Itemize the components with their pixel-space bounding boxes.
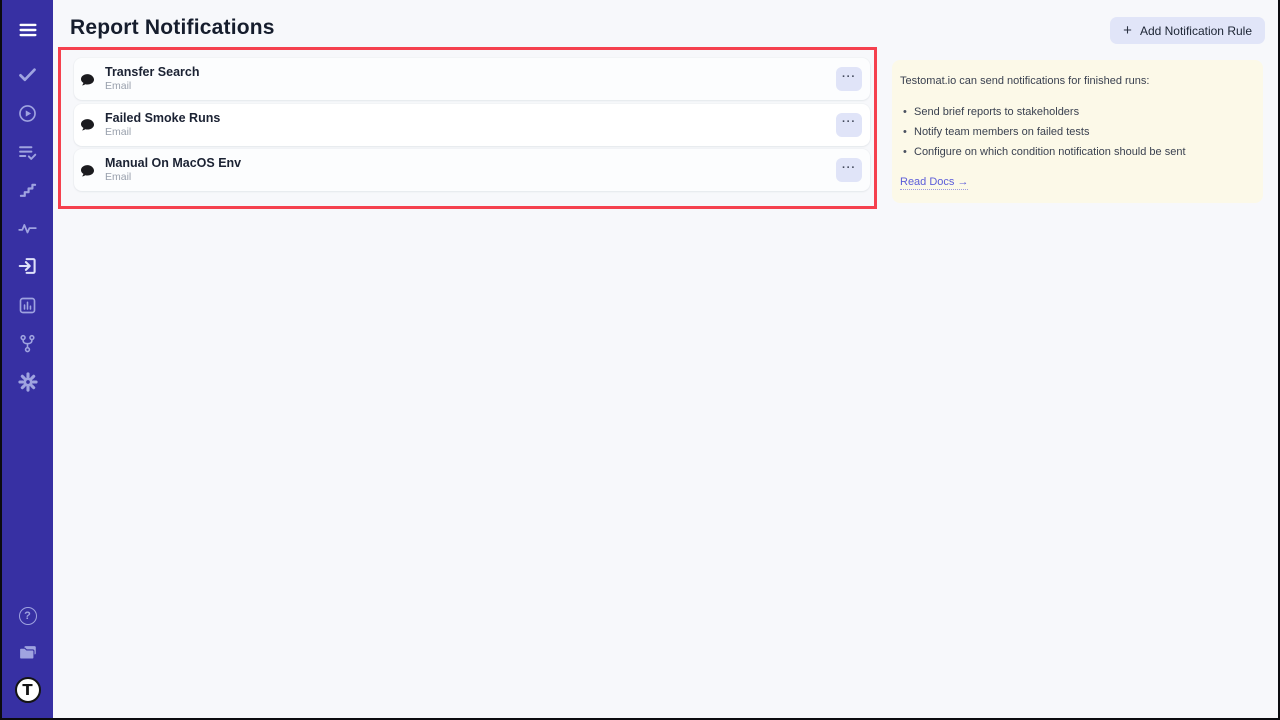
settings-gear-icon[interactable] (16, 370, 40, 394)
test-plans-list-icon[interactable] (16, 140, 40, 164)
app-window: ? T Report Notifications + Add Notificat… (2, 0, 1278, 718)
page-title: Report Notifications (70, 16, 275, 40)
rule-name: Manual On MacOS Env (105, 157, 241, 170)
info-bullet: Notify team members on failed tests (900, 126, 1249, 139)
sidebar: ? T (2, 0, 53, 718)
read-docs-link[interactable]: Read Docs → (900, 176, 968, 190)
testomatio-logo[interactable]: T (14, 676, 42, 704)
projects-folder-icon[interactable] (16, 641, 40, 665)
rule-channel: Email (105, 127, 220, 138)
rule-menu-button[interactable]: ··· (836, 67, 862, 91)
info-bullet: Send brief reports to stakeholders (900, 106, 1249, 119)
info-bullet-list: Send brief reports to stakeholders Notif… (900, 106, 1249, 159)
rule-channel: Email (105, 81, 200, 92)
notification-rules-list: Transfer Search Email ··· Failed Smoke R… (74, 58, 870, 195)
rule-channel: Email (105, 172, 241, 183)
notifications-info-panel: Testomat.io can send notifications for f… (892, 60, 1263, 203)
add-notification-rule-button[interactable]: + Add Notification Rule (1110, 17, 1265, 44)
chat-bubble-icon (79, 163, 96, 180)
chat-bubble-icon (79, 72, 96, 89)
rule-name: Failed Smoke Runs (105, 112, 220, 125)
tests-check-icon[interactable] (16, 62, 40, 86)
analytics-pulse-icon[interactable] (16, 216, 40, 240)
plus-icon: + (1123, 22, 1132, 39)
rule-name: Transfer Search (105, 66, 200, 79)
logo-glyph: T (22, 683, 32, 698)
rule-row-manual-on-macos-env[interactable]: Manual On MacOS Env Email ··· (74, 149, 870, 191)
menu-icon[interactable] (16, 18, 40, 42)
chat-bubble-icon (79, 117, 96, 134)
import-icon[interactable] (16, 254, 40, 278)
rule-menu-button[interactable]: ··· (836, 113, 862, 137)
runs-play-icon[interactable] (16, 101, 40, 125)
info-bullet: Configure on which condition notificatio… (900, 146, 1249, 159)
info-intro-text: Testomat.io can send notifications for f… (900, 75, 1249, 88)
reports-chart-icon[interactable] (16, 293, 40, 317)
rule-menu-button[interactable]: ··· (836, 158, 862, 182)
add-rule-button-label: Add Notification Rule (1140, 24, 1252, 38)
rule-row-failed-smoke-runs[interactable]: Failed Smoke Runs Email ··· (74, 104, 870, 146)
branches-icon[interactable] (16, 331, 40, 355)
rule-row-transfer-search[interactable]: Transfer Search Email ··· (74, 58, 870, 100)
milestones-stairs-icon[interactable] (16, 178, 40, 202)
help-glyph: ? (24, 611, 31, 622)
help-icon[interactable]: ? (16, 604, 40, 628)
